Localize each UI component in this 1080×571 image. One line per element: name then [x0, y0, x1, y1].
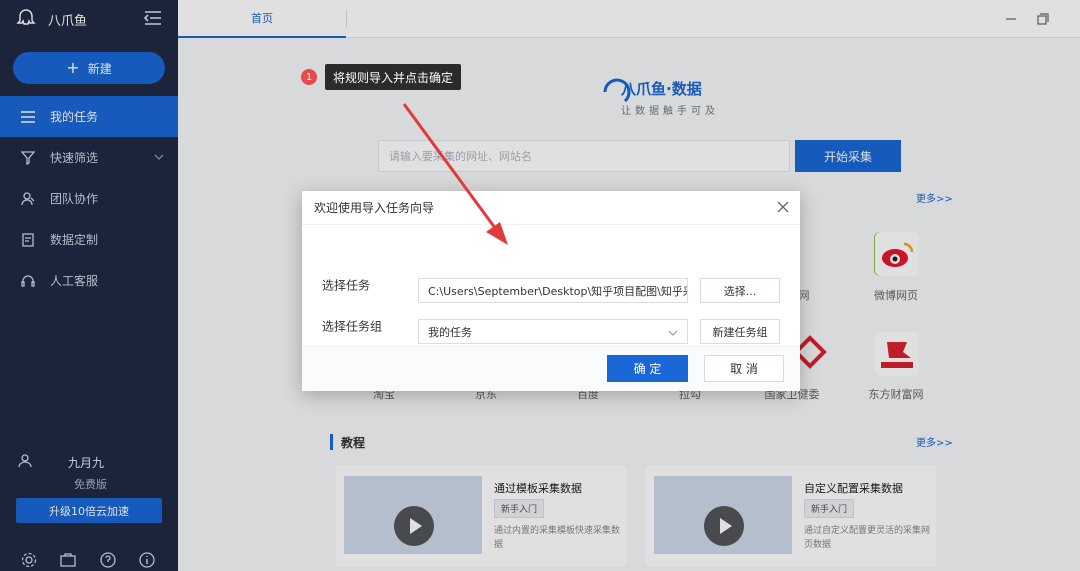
url-search-input[interactable]: 请输入要采集的网址、网站名	[378, 140, 790, 172]
tab-home[interactable]: 首页	[178, 0, 346, 38]
help-icon[interactable]	[100, 552, 118, 570]
team-icon	[20, 191, 36, 207]
tutorial-card[interactable]: 自定义配置采集数据 新手入门 通过自定义配置更灵活的采集网页数据	[646, 466, 936, 566]
tutorial-title: 自定义配置采集数据	[804, 482, 903, 495]
chevron-down-icon	[154, 150, 164, 164]
weibo-icon[interactable]	[875, 232, 919, 276]
briefcase-icon[interactable]	[60, 552, 78, 570]
site-label: 微博网页	[874, 289, 918, 302]
menu-collapse-icon[interactable]	[143, 10, 162, 26]
play-icon[interactable]	[704, 506, 744, 546]
sidebar-nav: 我的任务 快速筛选 团队协作 数据定制 人工客服	[0, 96, 178, 301]
task-label: 选择任务	[322, 278, 371, 293]
task-path-field[interactable]: C:\Users\September\Desktop\知乎项目配图\知乎采	[418, 278, 688, 303]
dialog-footer: 确 定 取 消	[302, 347, 800, 391]
sidebar-item-support[interactable]: 人工客服	[0, 260, 178, 301]
sidebar-item-label: 数据定制	[50, 233, 99, 247]
sidebar: 八爪鱼 + 新建 我的任务 快速筛选 团队协作 数据定制 人工客服 九月九 免费…	[0, 0, 178, 571]
app-header: 八爪鱼	[0, 0, 178, 38]
sidebar-item-label: 我的任务	[50, 110, 99, 124]
dialog-body: 选择任务 C:\Users\September\Desktop\知乎项目配图\知…	[302, 225, 800, 347]
minimize-icon[interactable]	[1004, 12, 1018, 26]
more-link[interactable]: 更多>>	[916, 190, 953, 205]
user-icon	[18, 454, 32, 471]
play-icon[interactable]	[394, 506, 434, 546]
instruction-callout: 将规则导入并点击确定	[325, 64, 462, 90]
tutorial-thumbnail	[654, 476, 792, 554]
plus-icon: +	[66, 58, 80, 77]
tutorial-desc: 通过自定义配置更灵活的采集网页数据	[804, 526, 931, 550]
cancel-button[interactable]: 取 消	[704, 355, 784, 382]
choose-task-button[interactable]: 选择...	[700, 278, 780, 303]
upgrade-button[interactable]: 升级10倍云加速	[16, 498, 162, 523]
sidebar-item-team[interactable]: 团队协作	[0, 178, 178, 219]
tutorial-tag: 新手入门	[494, 499, 545, 518]
sidebar-item-my-tasks[interactable]: 我的任务	[0, 96, 178, 137]
headset-icon	[20, 273, 36, 289]
site-label: 东方财富网	[868, 388, 924, 401]
brand-slogan: 让数据触手可及	[621, 106, 719, 117]
sidebar-item-data-custom[interactable]: 数据定制	[0, 219, 178, 260]
gear-icon[interactable]	[21, 552, 39, 570]
sidebar-item-label: 快速筛选	[50, 151, 99, 165]
new-task-group-button[interactable]: 新建任务组	[700, 319, 780, 344]
close-icon[interactable]	[776, 200, 790, 214]
sidebar-item-label: 人工客服	[50, 274, 99, 288]
step-badge: 1	[301, 69, 317, 85]
restore-icon[interactable]	[1036, 12, 1050, 26]
task-group-label: 选择任务组	[322, 319, 383, 334]
start-collect-button[interactable]: 开始采集	[795, 140, 901, 172]
filter-icon	[20, 150, 36, 166]
new-task-button[interactable]: + 新建	[13, 52, 165, 84]
document-icon	[20, 232, 36, 248]
eastmoney-icon[interactable]	[875, 332, 919, 376]
more-link[interactable]: 更多>>	[916, 434, 953, 449]
chevron-down-icon	[668, 327, 678, 340]
task-group-select[interactable]: 我的任务	[418, 319, 688, 344]
tab-bar: 首页	[178, 0, 1080, 38]
sidebar-footer	[0, 552, 178, 571]
sidebar-item-label: 团队协作	[50, 192, 99, 206]
sidebar-item-quick-filter[interactable]: 快速筛选	[0, 137, 178, 178]
brand-name: 八爪鱼·数据	[621, 80, 702, 98]
user-name[interactable]: 九月九	[68, 454, 104, 471]
tutorial-tag: 新手入门	[804, 499, 855, 518]
tutorial-title: 通过模板采集数据	[494, 482, 582, 495]
ok-button[interactable]: 确 定	[607, 355, 688, 382]
octopus-logo-icon	[16, 8, 36, 31]
user-plan: 免费版	[74, 478, 107, 491]
import-task-dialog: 欢迎使用导入任务向导 选择任务 C:\Users\September\Deskt…	[302, 191, 800, 391]
dialog-header: 欢迎使用导入任务向导	[302, 191, 800, 225]
task-group-value: 我的任务	[428, 325, 472, 339]
tutorial-thumbnail	[344, 476, 482, 554]
tab-divider	[346, 10, 347, 28]
tutorial-desc: 通过内置的采集模板快速采集数据	[494, 526, 621, 550]
dialog-title: 欢迎使用导入任务向导	[314, 201, 435, 215]
info-icon[interactable]	[139, 552, 157, 570]
tutorial-section-title: 教程	[330, 434, 365, 450]
new-task-label: 新建	[87, 61, 112, 76]
list-icon	[20, 109, 36, 125]
tutorial-card[interactable]: 通过模板采集数据 新手入门 通过内置的采集模板快速采集数据	[336, 466, 626, 566]
app-name: 八爪鱼	[48, 13, 88, 29]
brand-logo: 八爪鱼·数据 让数据触手可及	[597, 66, 797, 126]
